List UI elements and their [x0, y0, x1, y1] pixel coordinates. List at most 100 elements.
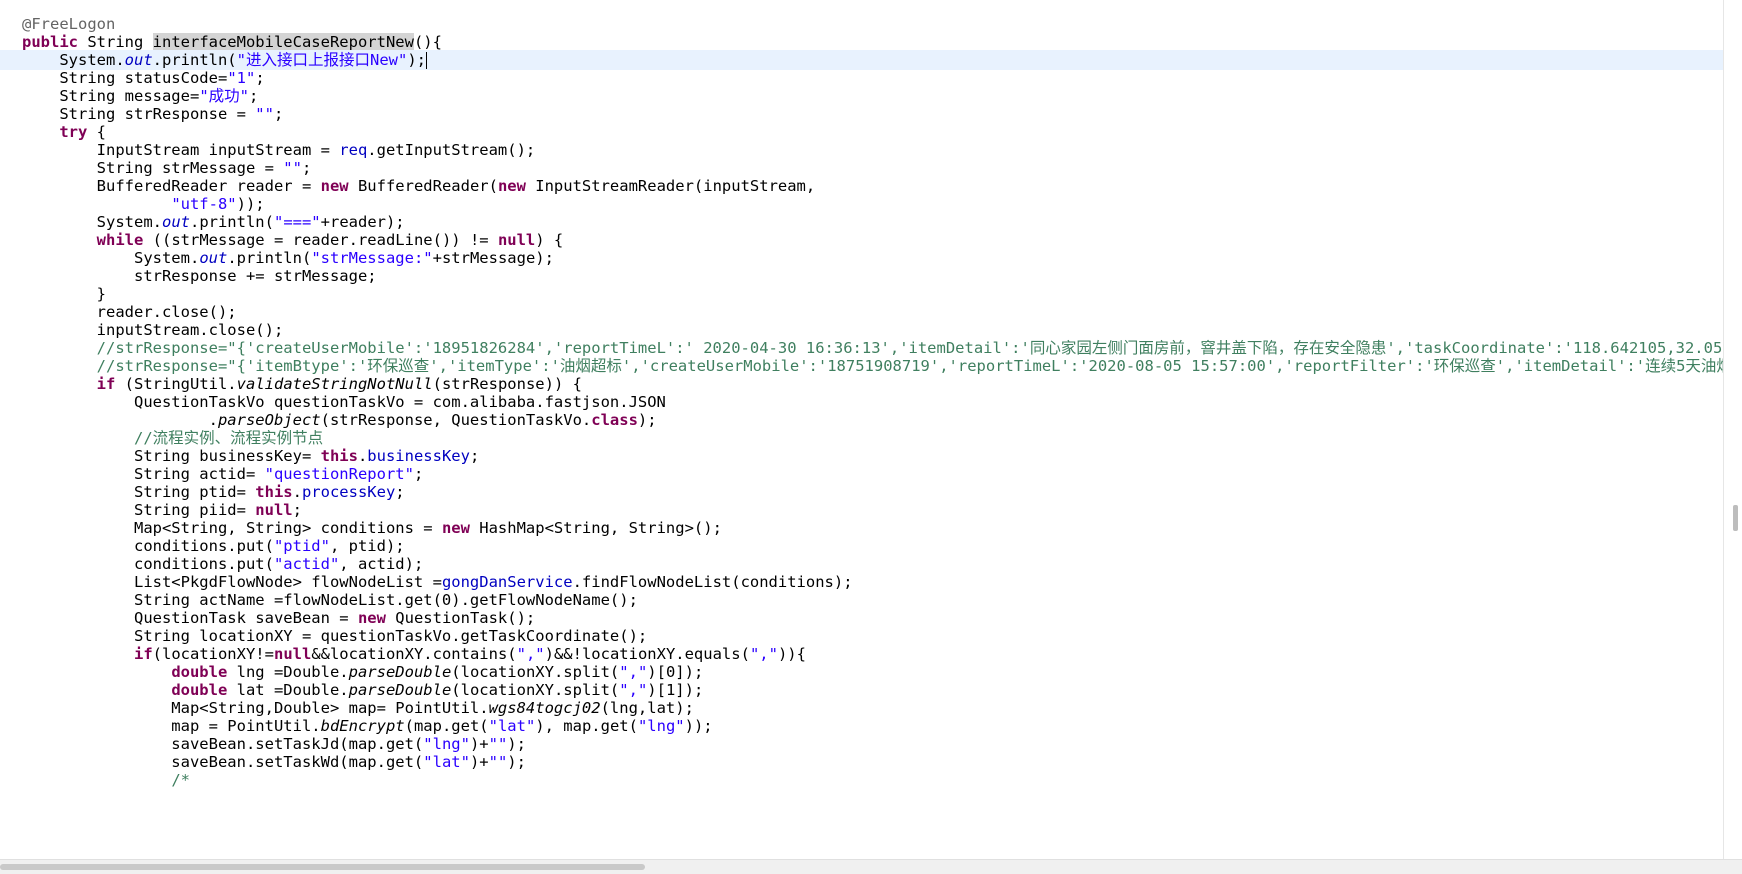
code-token: ) { [535, 231, 564, 249]
code-token: (locationXY.split( [451, 681, 620, 699]
code-token: ); [507, 735, 526, 753]
code-token: public [22, 33, 78, 51]
code-line[interactable]: } [0, 284, 1724, 304]
code-token: )[0]); [647, 663, 704, 681]
code-line[interactable]: //strResponse="{'createUserMobile':'1895… [0, 338, 1724, 358]
code-token: )); [684, 717, 713, 735]
code-token: "," [749, 645, 778, 663]
code-token: QuestionTask(); [385, 609, 536, 627]
code-line[interactable]: Map<String, String> conditions = new Has… [0, 518, 1724, 538]
code-line[interactable]: System.out.println("进入接口上报接口New"); [0, 50, 1724, 70]
code-token: . [22, 411, 218, 429]
code-line[interactable]: System.out.println("==="+reader); [0, 212, 1724, 232]
code-line[interactable]: while ((strMessage = reader.readLine()) … [0, 230, 1724, 250]
code-line[interactable]: inputStream.close(); [0, 320, 1724, 340]
code-line[interactable]: try { [0, 122, 1724, 142]
code-token: "成功" [199, 87, 249, 105]
code-line[interactable]: System.out.println("strMessage:"+strMess… [0, 248, 1724, 268]
code-token: null [497, 231, 536, 249]
code-token: out [199, 249, 228, 267]
code-token: ; [469, 447, 480, 465]
code-line[interactable]: String actid= "questionReport"; [0, 464, 1724, 484]
code-token: null [255, 501, 293, 519]
code-token: ); [637, 411, 657, 429]
code-token: Map<String, String> conditions = [22, 519, 442, 537]
horizontal-scrollbar-thumb[interactable] [0, 864, 645, 870]
code-line[interactable]: if(locationXY!=null&&locationXY.contains… [0, 644, 1724, 664]
text-caret [426, 52, 427, 69]
code-line[interactable]: InputStream inputStream = req.getInputSt… [0, 140, 1724, 160]
code-line[interactable]: String locationXY = questionTaskVo.getTa… [0, 626, 1724, 646]
code-token: System. [22, 213, 162, 231]
code-line[interactable]: //strResponse="{'itemBtype':'环保巡查','item… [0, 356, 1724, 376]
code-token: saveBean.setTaskWd(map.get( [22, 753, 424, 771]
code-token: "strMessage:" [311, 249, 433, 267]
code-line[interactable]: public String interfaceMobileCaseReportN… [0, 32, 1724, 52]
code-line[interactable]: conditions.put("actid", actid); [0, 554, 1724, 574]
code-line[interactable]: //流程实例、流程实例节点 [0, 428, 1724, 448]
code-token: (locationXY!= [152, 645, 274, 663]
code-line[interactable]: List<PkgdFlowNode> flowNodeList =gongDan… [0, 572, 1724, 592]
code-line[interactable]: BufferedReader reader = new BufferedRead… [0, 176, 1724, 196]
code-line[interactable]: String piid= null; [0, 500, 1724, 520]
code-token: while [96, 231, 144, 249]
code-editor[interactable]: @FreeLogon public String interfaceMobileC… [0, 0, 1724, 860]
code-line[interactable]: double lng =Double.parseDouble(locationX… [0, 662, 1724, 682]
code-line[interactable]: map = PointUtil.bdEncrypt(map.get("lat")… [0, 716, 1724, 736]
code-token: "" [283, 159, 302, 177]
code-line[interactable]: String message="成功"; [0, 86, 1724, 106]
code-line[interactable]: String businessKey= this.businessKey; [0, 446, 1724, 466]
code-token: InputStreamReader(inputStream, [525, 177, 816, 195]
code-token: String message= [22, 87, 200, 105]
code-token: )+ [469, 735, 489, 753]
vertical-scrollbar[interactable] [1723, 0, 1742, 860]
code-line[interactable]: conditions.put("ptid", ptid); [0, 536, 1724, 556]
code-token: "" [488, 735, 508, 753]
code-token: String strMessage = [22, 159, 284, 177]
code-line[interactable]: if (StringUtil.validateStringNotNull(str… [0, 374, 1724, 394]
code-line[interactable]: Map<String,Double> map= PointUtil.wgs84t… [0, 698, 1724, 718]
code-line[interactable]: double lat =Double.parseDouble(locationX… [0, 680, 1724, 700]
code-token: HashMap<String, String>(); [469, 519, 722, 537]
code-line[interactable]: String ptid= this.processKey; [0, 482, 1724, 502]
code-line[interactable]: QuestionTaskVo questionTaskVo = com.alib… [0, 392, 1724, 412]
code-line[interactable]: QuestionTask saveBean = new QuestionTask… [0, 608, 1724, 628]
code-line[interactable]: "utf-8")); [0, 194, 1724, 214]
code-token: try [59, 123, 88, 141]
code-line[interactable]: String statusCode="1"; [0, 68, 1724, 88]
code-token: this [255, 483, 293, 501]
code-line[interactable]: /* [0, 770, 1724, 790]
code-token: String businessKey= [22, 447, 321, 465]
code-token: lat =Double. [227, 681, 349, 699]
code-line[interactable]: reader.close(); [0, 302, 1724, 322]
code-token: .println( [227, 249, 312, 267]
code-token: parseDouble [348, 681, 452, 699]
code-token: String [78, 33, 153, 51]
code-token: if [133, 645, 153, 663]
code-line[interactable]: strResponse += strMessage; [0, 266, 1724, 286]
code-token: System. [22, 51, 125, 69]
code-line[interactable]: saveBean.setTaskWd(map.get("lat")+""); [0, 752, 1724, 772]
code-token: "," [619, 663, 648, 681]
horizontal-scrollbar[interactable] [0, 859, 1742, 874]
vertical-scrollbar-thumb[interactable] [1733, 505, 1738, 531]
code-token: .getInputStream(); [367, 141, 536, 159]
code-token: saveBean.setTaskJd(map.get( [22, 735, 424, 753]
code-line[interactable]: String strResponse = ""; [0, 104, 1724, 124]
code-line[interactable]: saveBean.setTaskJd(map.get("lng")+""); [0, 734, 1724, 754]
code-token: (){ [413, 33, 442, 51]
code-token: ; [255, 69, 265, 87]
code-line[interactable]: String actName =flowNodeList.get(0).getF… [0, 590, 1724, 610]
code-line[interactable]: @FreeLogon [0, 14, 1724, 34]
code-token: conditions.put( [22, 555, 274, 573]
code-token: { [87, 123, 106, 141]
code-token: "lng" [423, 735, 470, 753]
code-line[interactable]: .parseObject(strResponse, QuestionTaskVo… [0, 410, 1724, 430]
code-line[interactable]: String strMessage = ""; [0, 158, 1724, 178]
code-token: .println( [189, 213, 274, 231]
